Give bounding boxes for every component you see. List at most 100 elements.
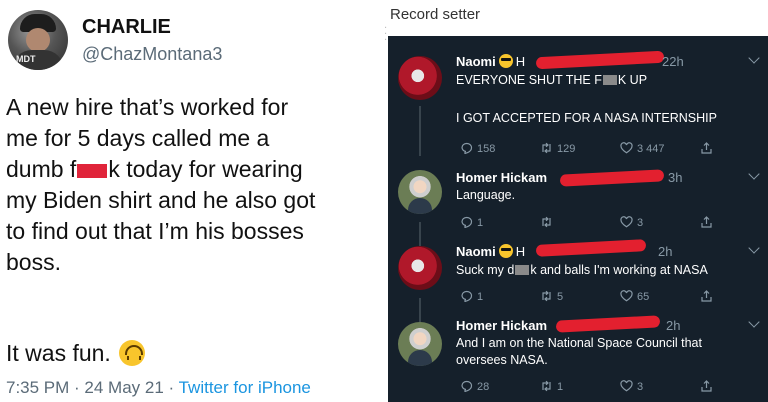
chevron-down-icon[interactable] xyxy=(748,52,760,64)
avatar[interactable] xyxy=(398,170,442,214)
tweet-time[interactable]: 3h xyxy=(668,170,682,185)
tweet-author[interactable]: Naomi H xyxy=(456,244,525,259)
tweet-line-part: dumb f xyxy=(6,156,77,182)
tweet-source-link[interactable]: Twitter for iPhone xyxy=(179,378,311,397)
censor-block xyxy=(515,265,530,275)
reply-icon xyxy=(460,380,473,392)
reply-count: 1 xyxy=(477,217,484,229)
tweet-line: me for 5 days called me a xyxy=(6,125,270,151)
chevron-down-icon[interactable] xyxy=(748,242,760,254)
author-initial: H xyxy=(515,244,526,259)
like-button[interactable]: 3 xyxy=(620,380,643,393)
tweet-actions: 28 1 3 xyxy=(460,380,730,396)
author-name: Naomi xyxy=(456,244,496,259)
tweet-line: to find out that I’m his bosses xyxy=(6,218,304,244)
tweet-body-part: Suck my d xyxy=(456,263,515,277)
redaction-mark xyxy=(555,315,661,333)
retweet-icon xyxy=(540,216,553,228)
avatar[interactable] xyxy=(398,322,442,366)
author-name[interactable]: Homer Hickam xyxy=(456,170,547,185)
chevron-down-icon[interactable] xyxy=(748,168,760,180)
tweet-line-part: k today for wearing xyxy=(108,156,303,182)
tweet-actions: 1 5 65 xyxy=(460,290,730,306)
retweet-button[interactable]: 129 xyxy=(540,142,575,155)
reply-button[interactable]: 158 xyxy=(460,142,495,155)
censor-block xyxy=(77,163,108,178)
like-button[interactable]: 3 xyxy=(620,216,643,229)
like-count: 3 xyxy=(637,217,644,229)
tweet-body: Suck my d k and balls I'm working at NASA xyxy=(456,262,756,279)
reply-button[interactable]: 28 xyxy=(460,380,489,393)
censor-block xyxy=(602,75,617,85)
chevron-down-icon[interactable] xyxy=(748,316,760,328)
tweet-body: EVERYONE SHUT THE F K UP xyxy=(456,72,756,89)
tweet-timestamp[interactable]: 7:35 PM · 24 May 21 · xyxy=(6,378,179,397)
share-button[interactable] xyxy=(700,380,717,393)
redaction-mark xyxy=(559,169,665,187)
tweet-body-part: k and balls I'm working at NASA xyxy=(530,263,708,277)
like-button[interactable]: 3 447 xyxy=(620,142,665,155)
reply-count: 1 xyxy=(477,291,484,303)
share-icon xyxy=(700,380,713,392)
share-icon xyxy=(700,290,713,302)
share-button[interactable] xyxy=(700,290,717,303)
heart-icon xyxy=(620,142,633,154)
thread-line xyxy=(419,298,421,322)
tweet-body: Language. xyxy=(456,188,516,202)
retweet-icon xyxy=(540,142,553,154)
user-display-name[interactable]: CHARLIE xyxy=(82,16,171,39)
retweet-icon xyxy=(540,290,553,302)
share-icon xyxy=(700,216,713,228)
retweet-button[interactable] xyxy=(540,216,557,229)
author-initial: H xyxy=(515,54,526,69)
like-button[interactable]: 65 xyxy=(620,290,649,303)
reply-icon xyxy=(460,290,473,302)
tweet-body: I GOT ACCEPTED FOR A NASA INTERNSHIP xyxy=(456,111,717,125)
retweet-button[interactable]: 5 xyxy=(540,290,563,303)
tweet-meta: 7:35 PM · 24 May 21 · Twitter for iPhone xyxy=(6,378,311,398)
heart-icon xyxy=(620,216,633,228)
tweet-line: dumb f k today for wearing xyxy=(6,154,384,185)
tweet-time[interactable]: 2h xyxy=(658,244,672,259)
reply-count: 158 xyxy=(477,143,496,155)
share-icon xyxy=(700,142,713,154)
thread-container: Naomi H 22h EVERYONE SHUT THE F K UP I GOT… xyxy=(388,36,768,402)
reply-button[interactable]: 1 xyxy=(460,216,483,229)
user-handle[interactable]: @ChazMontana3 xyxy=(82,44,222,65)
sunglasses-emoji-icon xyxy=(498,54,513,68)
main-tweet: MDT CHARLIE @ChazMontana3 A new hire tha… xyxy=(0,0,384,402)
retweet-button[interactable]: 1 xyxy=(540,380,563,393)
reply-icon xyxy=(460,216,473,228)
tweet-actions: 1 3 xyxy=(460,216,730,232)
tweet-closing: It was fun. xyxy=(6,340,145,367)
tweet-line: my Biden shirt and he also got xyxy=(6,187,316,213)
sunglasses-emoji-icon xyxy=(498,244,513,258)
retweet-count: 1 xyxy=(557,381,564,393)
tweet-body: And I am on the National Space Council t… xyxy=(456,336,702,367)
tweet-author[interactable]: Naomi H xyxy=(456,54,525,69)
avatar[interactable] xyxy=(398,56,442,100)
avatar[interactable]: MDT xyxy=(8,10,68,70)
like-count: 3 447 xyxy=(637,143,665,155)
tweet-line: A new hire that’s worked for xyxy=(6,94,289,120)
closing-text: It was fun. xyxy=(6,340,111,366)
thread-line xyxy=(419,106,421,156)
tweet-time[interactable]: 2h xyxy=(666,318,680,333)
reply-button[interactable]: 1 xyxy=(460,290,483,303)
tweet-line: boss. xyxy=(6,249,61,275)
author-name[interactable]: Homer Hickam xyxy=(456,318,547,333)
screenshot-caption: Record setter xyxy=(390,6,481,23)
thread-line xyxy=(419,222,421,246)
heart-icon xyxy=(620,380,633,392)
reply-icon xyxy=(460,142,473,154)
tweet-time[interactable]: 22h xyxy=(662,54,684,69)
share-button[interactable] xyxy=(700,142,717,155)
redaction-mark xyxy=(535,239,647,257)
like-count: 3 xyxy=(637,381,644,393)
author-name: Naomi xyxy=(456,54,496,69)
tweet-text: A new hire that’s worked for me for 5 da… xyxy=(6,92,384,278)
retweet-count: 129 xyxy=(557,143,576,155)
like-count: 65 xyxy=(637,291,650,303)
share-button[interactable] xyxy=(700,216,717,229)
avatar[interactable] xyxy=(398,246,442,290)
